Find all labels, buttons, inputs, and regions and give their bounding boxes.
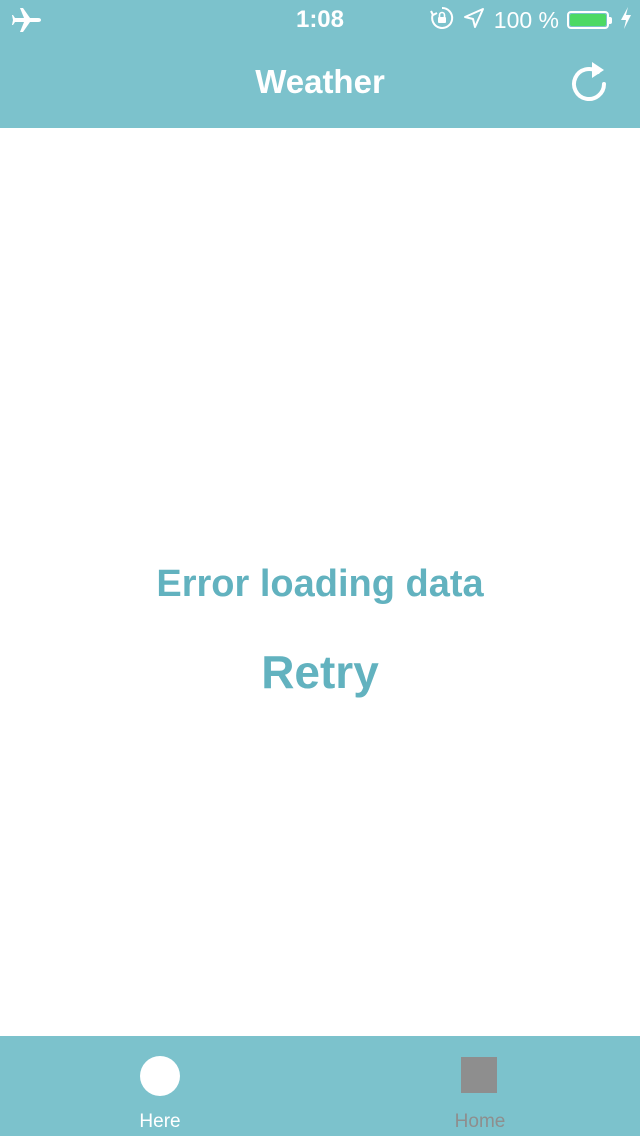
status-bar: 1:08 100 % [0,0,640,40]
weather-app: 1:08 100 % Weather Error loading data Re… [0,0,640,1136]
header: 1:08 100 % Weather [0,0,640,128]
main-content: Error loading data Retry [0,128,640,1036]
charging-bolt-icon [620,6,632,35]
tab-bar: Here Home [0,1036,640,1136]
retry-button[interactable]: Retry [220,642,420,702]
battery-tip [609,16,612,24]
refresh-button[interactable] [568,58,612,106]
tab-here-label: Here [139,1111,181,1132]
tab-home-label: Home [454,1111,506,1132]
error-message: Error loading data [156,563,484,605]
square-icon [461,1057,497,1093]
location-arrow-icon [462,6,486,35]
battery-outline [567,11,609,29]
battery-level-fill [570,14,606,26]
tab-here[interactable]: Here [0,1036,320,1136]
refresh-icon [568,62,612,110]
tab-home[interactable]: Home [320,1036,640,1136]
nav-bar: Weather [0,40,640,128]
status-indicators: 100 % [429,6,632,35]
rotation-lock-icon [429,6,454,35]
circle-icon [140,1056,180,1096]
page-title: Weather [255,63,385,100]
airplane-mode-icon [12,6,42,34]
battery-icon [567,11,612,29]
battery-percentage: 100 % [493,7,559,33]
